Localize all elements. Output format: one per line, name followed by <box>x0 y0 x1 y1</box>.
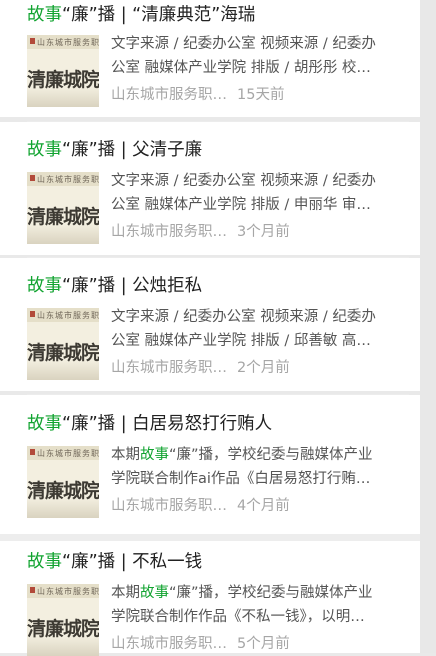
publish-time: 5个月前 <box>237 636 290 652</box>
seal-icon <box>30 311 35 317</box>
summary-line: 本期故事“廉”播，学校纪委与融媒体产业 <box>111 443 411 467</box>
article-card-5[interactable]: 故事“廉”播 | 不私一钱 山东城市服务职业学院 清廉城院 本期故事“廉”播，学… <box>0 541 420 656</box>
title-text: “廉”播 | 公烛拒私 <box>62 276 203 296</box>
article-summary: 本期故事“廉”播，学校纪委与融媒体产业 学院联合制作ai作品《白居易怒打行贿… <box>111 443 411 491</box>
article-title[interactable]: 故事“廉”播 | “清廉典范”海瑞 <box>27 3 255 27</box>
article-thumbnail[interactable]: 山东城市服务职业学院 清廉城院 <box>27 446 99 518</box>
article-card-1[interactable]: 故事“廉”播 | “清廉典范”海瑞 山东城市服务职业学院 清廉城院 文字来源 /… <box>0 0 420 117</box>
thumbnail-ink-wash <box>27 636 99 656</box>
article-title[interactable]: 故事“廉”播 | 白居易怒打行贿人 <box>27 412 272 436</box>
thumbnail-calligraphy: 山东城市服务职业学院 <box>37 587 99 596</box>
article-thumbnail[interactable]: 山东城市服务职业学院 清廉城院 <box>27 172 99 244</box>
summary-text: 本期 <box>111 585 140 601</box>
title-text: “廉”播 | “清廉典范”海瑞 <box>62 5 256 25</box>
summary-line: 学院联合制作ai作品《白居易怒打行贿… <box>111 471 371 487</box>
seal-icon <box>30 175 35 181</box>
source-name: 山东城市服务职… <box>111 360 227 376</box>
article-summary: 本期故事“廉”播，学校纪委与融媒体产业 学院联合制作作品《不私一钱》，以明… <box>111 581 411 629</box>
title-keyword: 故事 <box>27 552 62 572</box>
article-meta: 山东城市服务职… 2个月前 <box>111 358 290 378</box>
article-title[interactable]: 故事“廉”播 | 公烛拒私 <box>27 274 202 298</box>
publish-time: 4个月前 <box>237 498 290 514</box>
thumbnail-calligraphy: 山东城市服务职业学院 <box>37 38 99 47</box>
article-card-2[interactable]: 故事“廉”播 | 父清子廉 山东城市服务职业学院 清廉城院 文字来源 / 纪委办… <box>0 122 420 255</box>
title-keyword: 故事 <box>27 414 62 434</box>
summary-text: “廉”播，学校纪委与融媒体产业 <box>169 585 373 601</box>
summary-keyword: 故事 <box>140 447 169 463</box>
seal-icon <box>30 587 35 593</box>
article-title[interactable]: 故事“廉”播 | 父清子廉 <box>27 138 202 162</box>
article-thumbnail[interactable]: 山东城市服务职业学院 清廉城院 <box>27 35 99 107</box>
summary-line: 文字来源 / 纪委办公室 视频来源 / 纪委办 <box>111 36 376 52</box>
publish-time: 3个月前 <box>237 224 290 240</box>
summary-text: “廉”播，学校纪委与融媒体产业 <box>169 447 373 463</box>
article-card-3[interactable]: 故事“廉”播 | 公烛拒私 山东城市服务职业学院 清廉城院 文字来源 / 纪委办… <box>0 258 420 391</box>
summary-line: 公室 融媒体产业学院 排版 / 邱善敏 高… <box>111 333 371 349</box>
title-text: “廉”播 | 不私一钱 <box>62 552 203 572</box>
seal-icon <box>30 449 35 455</box>
source-name: 山东城市服务职… <box>111 224 227 240</box>
article-summary: 文字来源 / 纪委办公室 视频来源 / 纪委办 公室 融媒体产业学院 排版 / … <box>111 169 411 217</box>
seal-icon <box>30 38 35 44</box>
publish-time: 15天前 <box>237 87 285 103</box>
article-title[interactable]: 故事“廉”播 | 不私一钱 <box>27 550 202 574</box>
thumbnail-calligraphy: 山东城市服务职业学院 <box>37 449 99 458</box>
section-gap <box>0 534 420 541</box>
article-meta: 山东城市服务职… 3个月前 <box>111 222 290 242</box>
thumbnail-calligraphy: 山东城市服务职业学院 <box>37 175 99 184</box>
scrollbar[interactable] <box>420 0 436 653</box>
article-meta: 山东城市服务职… 4个月前 <box>111 496 290 516</box>
title-keyword: 故事 <box>27 140 62 160</box>
title-text: “廉”播 | 父清子廉 <box>62 140 203 160</box>
article-summary: 文字来源 / 纪委办公室 视频来源 / 纪委办 公室 融媒体产业学院 排版 / … <box>111 305 411 353</box>
thumbnail-ink-wash <box>27 224 99 244</box>
thumbnail-ink-wash <box>27 498 99 518</box>
source-name: 山东城市服务职… <box>111 87 227 103</box>
article-meta: 山东城市服务职… 15天前 <box>111 85 284 105</box>
article-thumbnail[interactable]: 山东城市服务职业学院 清廉城院 <box>27 308 99 380</box>
publish-time: 2个月前 <box>237 360 290 376</box>
summary-line: 文字来源 / 纪委办公室 视频来源 / 纪委办 <box>111 309 376 325</box>
summary-line: 公室 融媒体产业学院 排版 / 胡彤彤 校… <box>111 60 371 76</box>
title-text: “廉”播 | 白居易怒打行贿人 <box>62 414 273 434</box>
article-thumbnail[interactable]: 山东城市服务职业学院 清廉城院 <box>27 584 99 656</box>
title-keyword: 故事 <box>27 5 62 25</box>
summary-line: 学院联合制作作品《不私一钱》，以明… <box>111 609 365 625</box>
summary-text: 本期 <box>111 447 140 463</box>
summary-line: 本期故事“廉”播，学校纪委与融媒体产业 <box>111 581 411 605</box>
thumbnail-ink-wash <box>27 360 99 380</box>
summary-line: 公室 融媒体产业学院 排版 / 申丽华 审… <box>111 197 371 213</box>
source-name: 山东城市服务职… <box>111 636 227 652</box>
summary-line: 文字来源 / 纪委办公室 视频来源 / 纪委办 <box>111 173 376 189</box>
thumbnail-ink-wash <box>27 87 99 107</box>
article-meta: 山东城市服务职… 5个月前 <box>111 634 290 654</box>
summary-keyword: 故事 <box>140 585 169 601</box>
source-name: 山东城市服务职… <box>111 498 227 514</box>
article-summary: 文字来源 / 纪委办公室 视频来源 / 纪委办 公室 融媒体产业学院 排版 / … <box>111 32 411 80</box>
article-card-4[interactable]: 故事“廉”播 | 白居易怒打行贿人 山东城市服务职业学院 清廉城院 本期故事“廉… <box>0 395 420 534</box>
title-keyword: 故事 <box>27 276 62 296</box>
thumbnail-calligraphy: 山东城市服务职业学院 <box>37 311 99 320</box>
